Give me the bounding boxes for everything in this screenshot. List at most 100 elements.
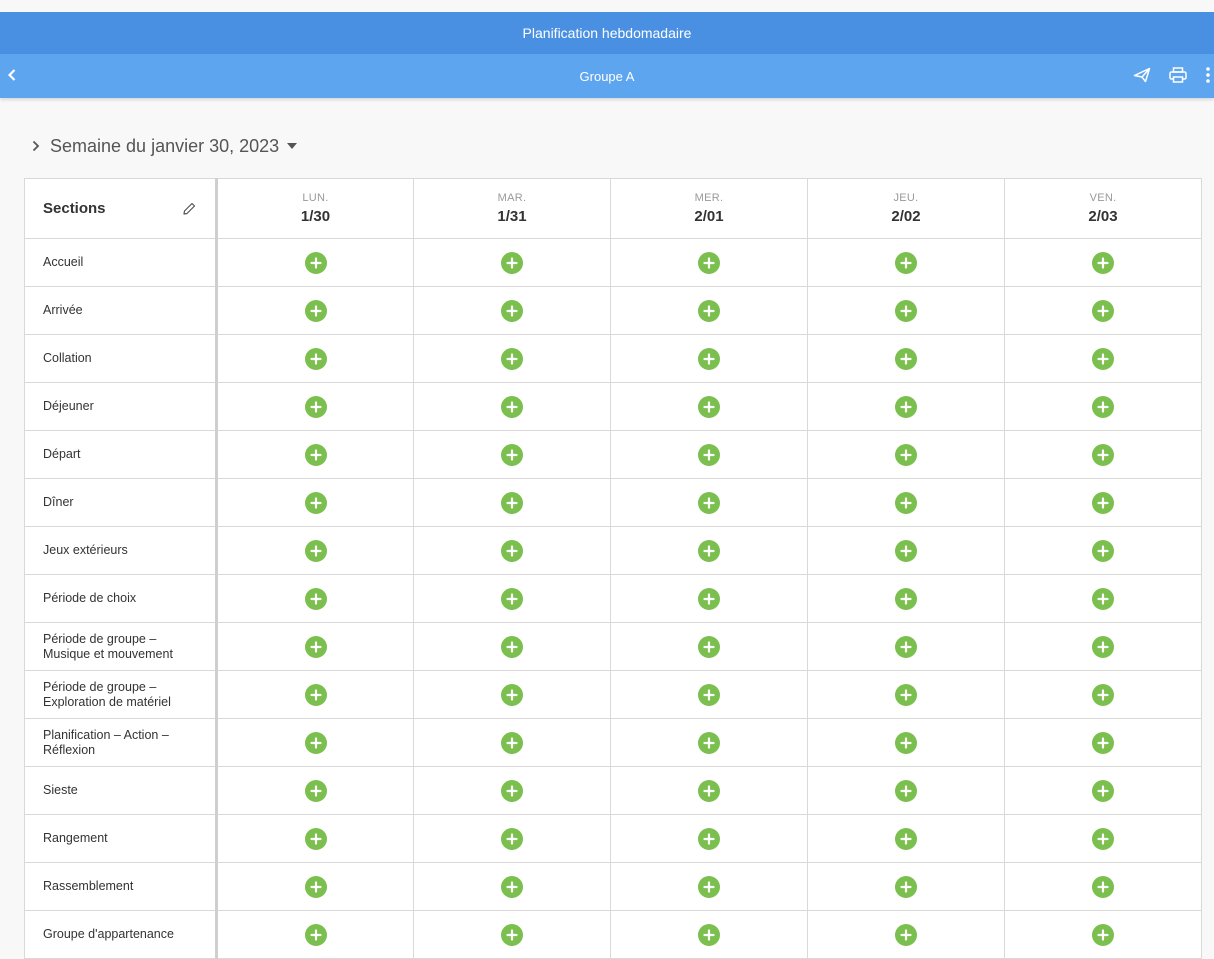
add-activity-button[interactable] (501, 731, 523, 754)
plus-circle-icon (703, 928, 715, 941)
add-activity-button[interactable] (895, 827, 917, 850)
add-activity-button[interactable] (1092, 491, 1114, 514)
add-activity-button[interactable] (1092, 443, 1114, 466)
add-activity-button[interactable] (895, 443, 917, 466)
add-activity-button[interactable] (698, 587, 720, 610)
add-activity-button[interactable] (895, 779, 917, 802)
add-activity-button[interactable] (1092, 827, 1114, 850)
add-activity-button[interactable] (895, 587, 917, 610)
edit-sections-button[interactable] (181, 201, 197, 217)
add-activity-button[interactable] (304, 923, 327, 946)
add-activity-button[interactable] (698, 347, 720, 370)
add-activity-button[interactable] (1092, 251, 1114, 274)
add-activity-button[interactable] (698, 443, 720, 466)
add-activity-button[interactable] (1092, 587, 1114, 610)
add-activity-button[interactable] (304, 491, 327, 514)
add-activity-button[interactable] (895, 875, 917, 898)
add-activity-button[interactable] (304, 347, 327, 370)
add-activity-button[interactable] (895, 539, 917, 562)
week-selector[interactable]: Semaine du janvier 30, 2023 (32, 132, 298, 160)
plan-cell (1004, 574, 1202, 623)
plan-cell (610, 622, 808, 671)
add-activity-button[interactable] (1092, 731, 1114, 754)
add-activity-button[interactable] (304, 251, 327, 274)
add-activity-button[interactable] (895, 395, 917, 418)
add-activity-button[interactable] (501, 779, 523, 802)
add-activity-button[interactable] (501, 587, 523, 610)
add-activity-button[interactable] (1092, 875, 1114, 898)
add-activity-button[interactable] (895, 251, 917, 274)
add-activity-button[interactable] (501, 635, 523, 658)
add-activity-button[interactable] (1092, 299, 1114, 322)
add-activity-button[interactable] (304, 539, 327, 562)
add-activity-button[interactable] (304, 875, 327, 898)
more-button[interactable] (1202, 64, 1214, 88)
print-icon (1169, 66, 1187, 86)
add-activity-button[interactable] (895, 731, 917, 754)
add-activity-button[interactable] (501, 347, 523, 370)
plan-cell (413, 238, 611, 287)
send-button[interactable] (1130, 64, 1154, 88)
add-activity-button[interactable] (501, 923, 523, 946)
add-activity-button[interactable] (698, 923, 720, 946)
add-activity-button[interactable] (304, 443, 327, 466)
add-activity-button[interactable] (895, 299, 917, 322)
add-activity-button[interactable] (501, 395, 523, 418)
add-activity-button[interactable] (895, 683, 917, 706)
add-activity-button[interactable] (304, 683, 327, 706)
plan-cell (413, 862, 611, 911)
add-activity-button[interactable] (501, 443, 523, 466)
add-activity-button[interactable] (698, 827, 720, 850)
plus-circle-icon (309, 928, 322, 941)
add-activity-button[interactable] (1092, 923, 1114, 946)
add-activity-button[interactable] (1092, 683, 1114, 706)
add-activity-button[interactable] (501, 251, 523, 274)
add-activity-button[interactable] (698, 491, 720, 514)
plan-cell (610, 766, 808, 815)
plan-cell (413, 622, 611, 671)
plan-cell (1004, 238, 1202, 287)
add-activity-button[interactable] (895, 923, 917, 946)
table-row: Dîner (24, 478, 1202, 527)
add-activity-button[interactable] (698, 251, 720, 274)
add-activity-button[interactable] (304, 635, 327, 658)
add-activity-button[interactable] (1092, 779, 1114, 802)
add-activity-button[interactable] (698, 779, 720, 802)
add-activity-button[interactable] (501, 299, 523, 322)
add-activity-button[interactable] (698, 875, 720, 898)
add-activity-button[interactable] (895, 491, 917, 514)
add-activity-button[interactable] (304, 827, 327, 850)
plan-cell (1004, 526, 1202, 575)
add-activity-button[interactable] (304, 395, 327, 418)
plan-cell (216, 862, 414, 911)
add-activity-button[interactable] (304, 587, 327, 610)
add-activity-button[interactable] (1092, 395, 1114, 418)
add-activity-button[interactable] (698, 299, 720, 322)
add-activity-button[interactable] (1092, 347, 1114, 370)
add-activity-button[interactable] (304, 779, 327, 802)
add-activity-button[interactable] (501, 827, 523, 850)
add-activity-button[interactable] (501, 875, 523, 898)
add-activity-button[interactable] (698, 539, 720, 562)
day-header: JEU. 2/02 (807, 178, 1005, 239)
add-activity-button[interactable] (698, 683, 720, 706)
toolbar-actions (1130, 64, 1214, 88)
add-activity-button[interactable] (1092, 635, 1114, 658)
add-activity-button[interactable] (501, 491, 523, 514)
add-activity-button[interactable] (698, 395, 720, 418)
add-activity-button[interactable] (1092, 539, 1114, 562)
plus-circle-icon (309, 592, 322, 605)
add-activity-button[interactable] (501, 539, 523, 562)
add-activity-button[interactable] (304, 731, 327, 754)
add-activity-button[interactable] (895, 635, 917, 658)
add-activity-button[interactable] (501, 683, 523, 706)
section-label: Rangement (24, 814, 218, 863)
add-activity-button[interactable] (698, 731, 720, 754)
print-button[interactable] (1166, 64, 1190, 88)
plan-cell (413, 814, 611, 863)
add-activity-button[interactable] (698, 635, 720, 658)
add-activity-button[interactable] (304, 299, 327, 322)
add-activity-button[interactable] (895, 347, 917, 370)
back-button[interactable] (4, 66, 20, 86)
plan-cell (610, 334, 808, 383)
